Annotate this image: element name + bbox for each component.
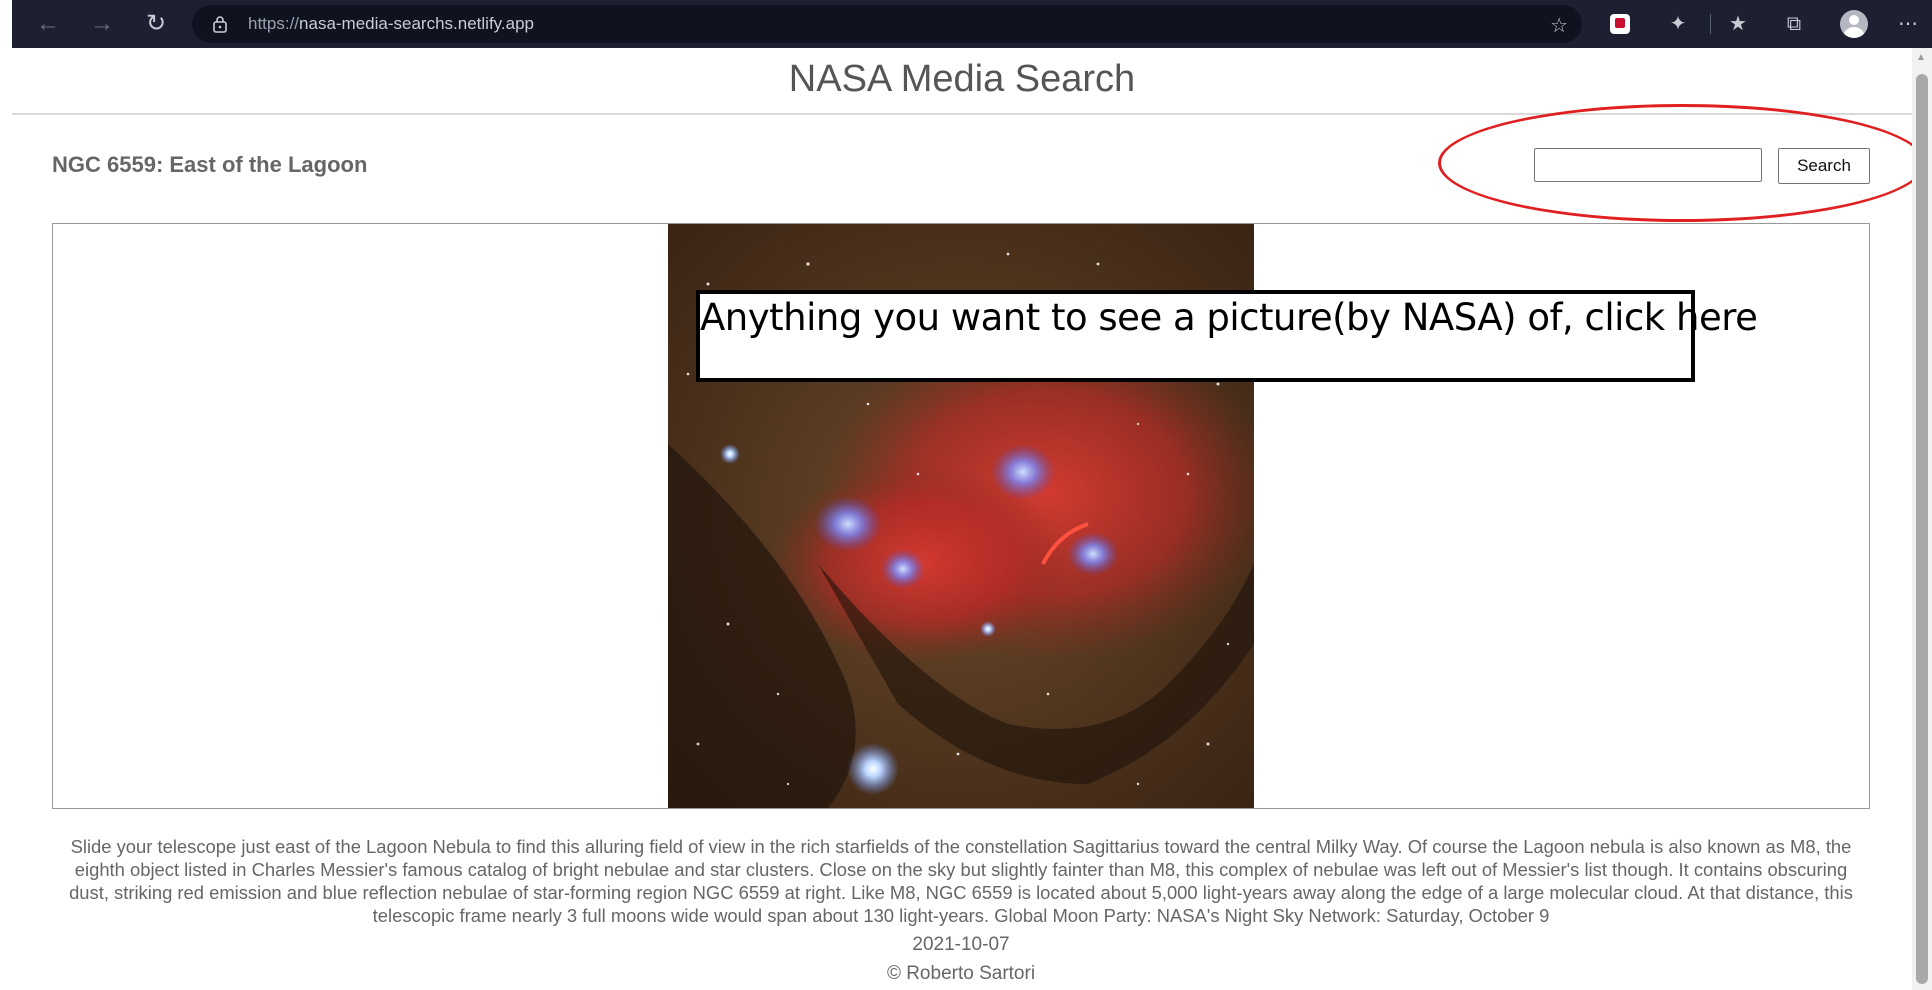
extension-icon[interactable] <box>1610 14 1630 34</box>
image-date: 2021-10-07 <box>912 934 1010 955</box>
scroll-up-icon[interactable]: ▲ <box>1916 52 1926 63</box>
lock-icon[interactable] <box>212 15 228 33</box>
more-icon[interactable]: ⋯ <box>1894 10 1922 38</box>
annotation-text: Anything you want to see a picture(by NA… <box>700 296 1758 339</box>
toolbar-divider <box>1710 14 1711 34</box>
image-description: Slide your telescope just east of the La… <box>69 836 1853 926</box>
scroll-thumb[interactable] <box>1916 74 1928 984</box>
annotation-box: Anything you want to see a picture(by NA… <box>696 290 1758 382</box>
back-icon[interactable]: ← <box>32 8 64 40</box>
puzzle-icon[interactable]: ✦ <box>1664 10 1692 38</box>
refresh-icon[interactable]: ↻ <box>140 8 172 40</box>
image-credit: © Roberto Sartori <box>886 963 1036 984</box>
add-favorite-icon[interactable]: ☆ <box>1550 13 1568 38</box>
annotation-ellipse <box>1438 104 1926 222</box>
page-title: NASA Media Search <box>788 58 1136 100</box>
forward-icon[interactable]: → <box>86 8 118 40</box>
url-text: https://nasa-media-searchs.netlify.app <box>248 14 535 33</box>
scrollbar[interactable]: ▲ <box>1912 48 1932 990</box>
address-bar[interactable]: https://nasa-media-searchs.netlify.app ☆ <box>192 5 1582 43</box>
profile-icon[interactable] <box>1840 10 1868 38</box>
image-title: NGC 6559: East of the Lagoon <box>52 152 368 177</box>
collections-icon[interactable]: ⧉ <box>1780 10 1808 38</box>
favorites-icon[interactable]: ★ <box>1724 10 1752 38</box>
browser-toolbar: ← → ↻ https://nasa-media-searchs.netlify… <box>12 0 1932 48</box>
